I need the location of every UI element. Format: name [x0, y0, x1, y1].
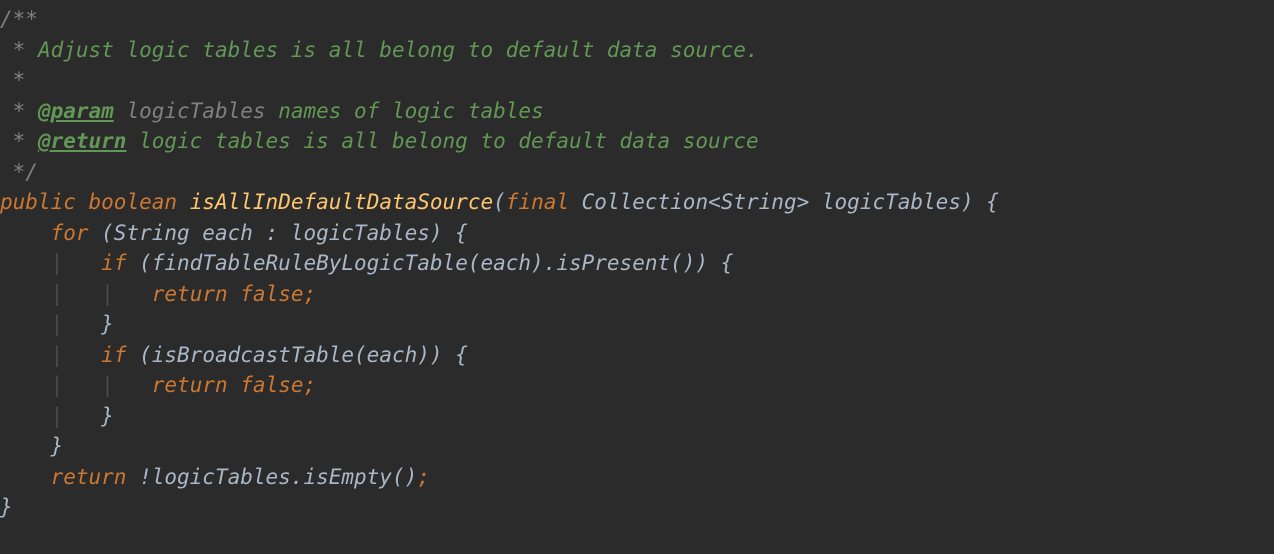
kw-for: for: [51, 221, 89, 245]
code-line: return !logicTables.isEmpty();: [0, 465, 430, 489]
kw-if: if: [101, 251, 126, 275]
brace-close: }: [101, 404, 114, 428]
kw-if: if: [101, 343, 126, 367]
code-line: | if (isBroadcastTable(each)) {: [0, 343, 468, 367]
code-line: | }: [0, 404, 114, 428]
code-line: public boolean isAllInDefaultDataSource(…: [0, 190, 999, 214]
kw-final: final: [506, 190, 569, 214]
code-line: }: [0, 434, 63, 458]
javadoc-summary: Adjust logic tables is all belong to def…: [38, 38, 759, 62]
code-line: * @return logic tables is all belong to …: [0, 129, 759, 153]
javadoc-open: /**: [0, 7, 38, 31]
javadoc-return-desc: logic tables is all belong to default da…: [139, 129, 759, 153]
javadoc-param-tag: @param: [38, 99, 114, 123]
code-line: | }: [0, 312, 114, 336]
kw-return: return: [152, 282, 228, 306]
code-line: | if (findTableRuleByLogicTable(each).is…: [0, 251, 733, 275]
javadoc-return-tag: @return: [38, 129, 127, 153]
method-name: isAllInDefaultDataSource: [190, 190, 493, 214]
brace-close: }: [101, 312, 114, 336]
code-line: }: [0, 495, 13, 519]
semi: ;: [417, 465, 430, 489]
code-line: *: [0, 68, 25, 92]
code-editor[interactable]: /** * Adjust logic tables is all belong …: [0, 0, 1274, 523]
code-line: | | return false;: [0, 282, 316, 306]
param-name: logicTables: [822, 190, 961, 214]
code-line: /**: [0, 7, 38, 31]
return-expr: !logicTables.isEmpty(): [126, 465, 417, 489]
kw-return: return: [152, 373, 228, 397]
code-line: | | return false;: [0, 373, 316, 397]
if-cond-1: (findTableRuleByLogicTable(each).isPrese…: [126, 251, 733, 275]
semi: ;: [304, 282, 317, 306]
code-line: for (String each : logicTables) {: [0, 221, 468, 245]
for-head: (String each : logicTables) {: [89, 221, 468, 245]
type-collection: Collection<String>: [582, 190, 810, 214]
javadoc-close: */: [13, 160, 38, 184]
semi: ;: [304, 373, 317, 397]
brace-close: }: [51, 434, 64, 458]
javadoc-param-name: logicTables: [126, 99, 265, 123]
code-line: * Adjust logic tables is all belong to d…: [0, 38, 759, 62]
javadoc-param-desc: names of logic tables: [278, 99, 544, 123]
code-line: * @param logicTables names of logic tabl…: [0, 99, 544, 123]
code-line: */: [0, 160, 38, 184]
kw-public: public: [0, 190, 76, 214]
kw-false: false: [240, 373, 303, 397]
close-paren-brace: ) {: [961, 190, 999, 214]
kw-boolean: boolean: [89, 190, 178, 214]
kw-return: return: [51, 465, 127, 489]
open-paren: (: [493, 190, 506, 214]
if-cond-2: (isBroadcastTable(each)) {: [126, 343, 467, 367]
brace-close: }: [0, 495, 13, 519]
kw-false: false: [240, 282, 303, 306]
